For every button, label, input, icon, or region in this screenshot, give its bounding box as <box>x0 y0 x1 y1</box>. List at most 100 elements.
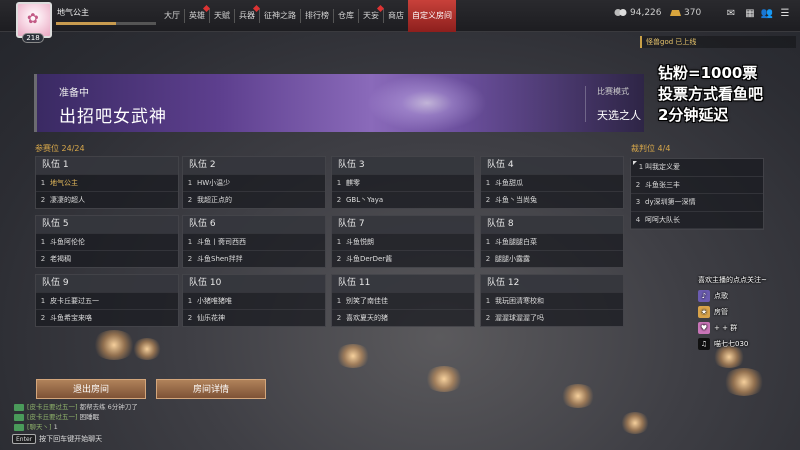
lantern-light <box>92 330 136 360</box>
judges-count: 裁判位 4/4 <box>631 144 671 153</box>
nav-custom-room[interactable]: 自定义房间 <box>408 0 456 32</box>
xp-bar <box>56 22 156 25</box>
team-name: 队伍 10 <box>183 275 325 292</box>
nav-storage[interactable]: 仓库 <box>334 0 358 32</box>
team-name: 队伍 2 <box>183 157 325 174</box>
player-slot[interactable]: 1 皮卡丘要过五一 <box>36 292 178 309</box>
player-slot[interactable]: 2 渥渥球渥渥了吗 <box>481 309 623 326</box>
team-card: 队伍 4 1 斗鱼甜瓜 2 斗鱼丶当尚兔 <box>480 156 624 209</box>
nav-lobby[interactable]: 大厅 <box>160 0 184 32</box>
chat-badge-icon <box>14 403 24 411</box>
grid-icon[interactable]: ▦ <box>743 8 757 20</box>
player-slot[interactable]: 2 斗鱼Shen拌拌 <box>183 250 325 267</box>
player-slot[interactable]: 2 腿腿小露露 <box>481 250 623 267</box>
main-nav: 大厅 英雄 天赋 兵器 征神之路 排行榜 仓库 天妄 商店 自定义房间 <box>160 0 456 32</box>
player-slot[interactable]: 1 斗鱼丨斋司西西 <box>183 233 325 250</box>
player-name: HW小温少 <box>197 179 231 187</box>
stream-overlay-text: 钻粉=1000票 投票方式看鱼吧 2分钟延迟 <box>658 64 764 124</box>
team-card: 队伍 10 1 小猪唯猪唯 2 仙乐花神 <box>182 274 326 327</box>
match-mode-value[interactable]: 天选之人 <box>597 107 641 123</box>
nav-shop[interactable]: 商店 <box>384 0 408 32</box>
gold-bar-icon <box>668 8 681 17</box>
team-name: 队伍 3 <box>332 157 474 174</box>
team-name: 队伍 8 <box>481 216 623 233</box>
player-slot[interactable]: 2 喜欢夏天的猪 <box>332 309 474 326</box>
player-slot[interactable]: 2 斗鱼希宝来咯 <box>36 309 178 326</box>
player-slot[interactable]: 1 小猪唯猪唯 <box>183 292 325 309</box>
nav-tianwang[interactable]: 天妄 <box>359 0 385 32</box>
player-slot[interactable]: 1 斗鱼甜瓜 <box>481 174 623 191</box>
player-slot[interactable]: 1 HW小温少 <box>183 174 325 191</box>
player-name: 腿腿小露露 <box>495 255 530 263</box>
fan-panel-title: 喜欢主播的点点关注~ <box>698 276 767 284</box>
nav-god-path[interactable]: 征神之路 <box>260 0 300 32</box>
player-name: 凄凄的超人 <box>50 196 85 204</box>
player-slot[interactable]: 2 斗鱼DerDer酱 <box>332 250 474 267</box>
player-slot[interactable]: 2 凄凄的超人 <box>36 191 178 208</box>
menu-icon[interactable]: ☰ <box>778 8 792 20</box>
fan-panel: 喜欢主播的点点关注~ ♪ 点歌 ★ 房管 ♥ + + 群 ♫ 喵七七030 <box>698 276 767 350</box>
lantern-light <box>620 412 650 434</box>
team-name: 队伍 7 <box>332 216 474 233</box>
room-banner: 准备中 出招吧女武神 比赛模式 天选之人 <box>34 74 644 132</box>
team-name: 队伍 9 <box>36 275 178 292</box>
tiktok-icon: ♫ <box>698 337 710 350</box>
player-slot[interactable]: 1 麒零 <box>332 174 474 191</box>
player-name: 我玩困清寒校和 <box>495 297 544 305</box>
team-card: 队伍 5 1 斗鱼阿伦伦 2 老褐稠 <box>35 215 179 268</box>
chat-message: [皮卡丘要过五一] 都帮去练 6分钟刀了 <box>14 402 138 412</box>
friends-icon[interactable]: 👥 <box>760 8 774 20</box>
team-name: 队伍 11 <box>332 275 474 292</box>
chat-message: [皮卡丘要过五一] 困睡眠 <box>14 412 138 422</box>
player-slot[interactable]: 2 我超正点的 <box>183 191 325 208</box>
player-slot[interactable]: 1 斗鱼阿伦伦 <box>36 233 178 250</box>
room-details-button[interactable]: 房间详情 <box>156 379 266 399</box>
player-name: GBL丶Yaya <box>346 196 384 204</box>
participants-count: 参赛位 24/24 <box>35 144 85 153</box>
chat-badge-icon <box>14 423 24 431</box>
team-card: 队伍 12 1 我玩困清寒校和 2 渥渥球渥渥了吗 <box>480 274 624 327</box>
mail-icon[interactable]: ✉ <box>724 8 738 20</box>
match-mode-label: 比赛模式 <box>597 87 629 96</box>
coin-balance: 94,226 <box>614 8 662 18</box>
nav-weapons[interactable]: 兵器 <box>235 0 261 32</box>
group-icon: ♥ <box>698 321 710 334</box>
team-card: 队伍 7 1 斗鱼悦朗 2 斗鱼DerDer酱 <box>331 215 475 268</box>
player-name: 地气公主 <box>57 8 89 17</box>
team-card: 队伍 9 1 皮卡丘要过五一 2 斗鱼希宝来咯 <box>35 274 179 327</box>
lantern-light <box>722 368 766 396</box>
nav-heroes[interactable]: 英雄 <box>185 0 211 32</box>
player-name: 喜欢夏天的猪 <box>346 314 388 322</box>
team-name: 队伍 12 <box>481 275 623 292</box>
judge-slot[interactable]: 1 叫我定义爱 <box>631 159 763 177</box>
player-slot[interactable]: 1 我玩困清寒校和 <box>481 292 623 309</box>
judge-slot[interactable]: 4 呵呵大队长 <box>631 212 763 229</box>
judges-panel: 1 叫我定义爱 2 斗鱼张三丰 3 dy深圳第一深情 4 呵呵大队长 <box>630 158 764 230</box>
chat-hint[interactable]: Enter 按下回车键开始聊天 <box>12 434 102 444</box>
player-level: 218 <box>22 33 44 43</box>
bunny-avatar-icon: ✿ <box>27 11 39 27</box>
player-slot[interactable]: 1 别笑了南佳佳 <box>332 292 474 309</box>
nav-talents[interactable]: 天赋 <box>210 0 234 32</box>
player-name: 仙乐花神 <box>197 314 225 322</box>
player-slot[interactable]: 1 斗鱼腿腿白菜 <box>481 233 623 250</box>
nav-leaderboard[interactable]: 排行榜 <box>301 0 333 32</box>
lantern-light <box>335 344 371 368</box>
exit-room-button[interactable]: 退出房间 <box>36 379 146 399</box>
player-slot[interactable]: 1 斗鱼悦朗 <box>332 233 474 250</box>
admin-icon: ★ <box>698 305 710 318</box>
player-slot[interactable]: 1 地气公主 <box>36 174 178 191</box>
player-name: 斗鱼丨斋司西西 <box>197 238 246 246</box>
player-slot[interactable]: 2 仙乐花神 <box>183 309 325 326</box>
player-name: 地气公主 <box>50 179 78 187</box>
team-name: 队伍 4 <box>481 157 623 174</box>
player-name: 我超正点的 <box>197 196 232 204</box>
team-name: 队伍 5 <box>36 216 178 233</box>
player-slot[interactable]: 2 斗鱼丶当尚兔 <box>481 191 623 208</box>
judge-slot[interactable]: 3 dy深圳第一深情 <box>631 194 763 212</box>
player-slot[interactable]: 2 老褐稠 <box>36 250 178 267</box>
judge-slot[interactable]: 2 斗鱼张三丰 <box>631 177 763 194</box>
player-slot[interactable]: 2 GBL丶Yaya <box>332 191 474 208</box>
team-card: 队伍 1 1 地气公主 2 凄凄的超人 <box>35 156 179 209</box>
player-name: 老褐稠 <box>50 255 71 263</box>
